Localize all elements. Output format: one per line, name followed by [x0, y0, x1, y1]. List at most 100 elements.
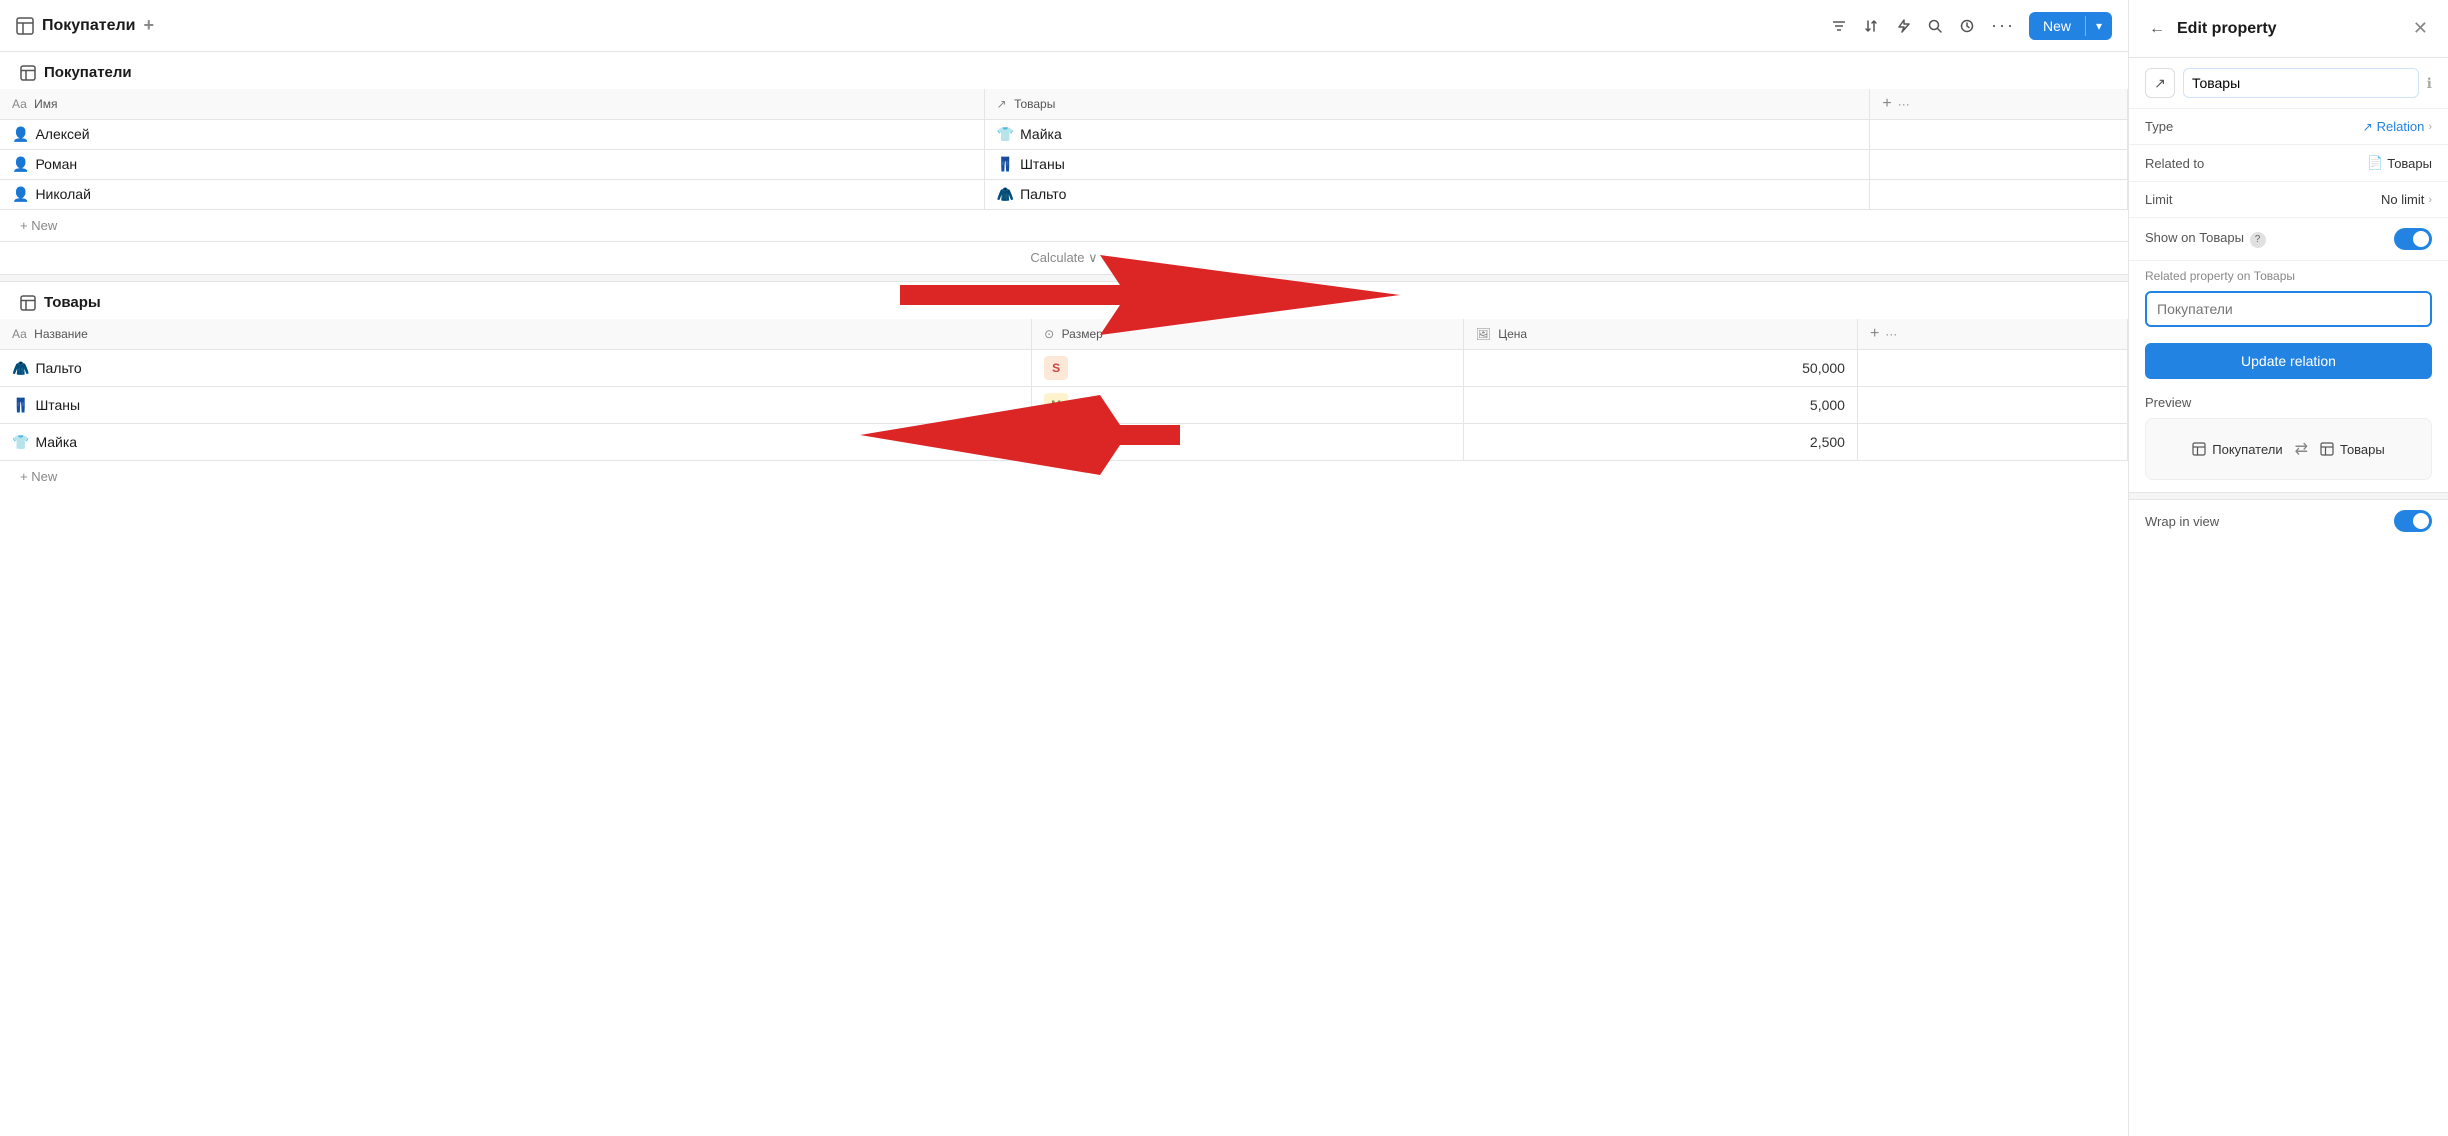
field-info-btn[interactable]: ℹ: [2427, 75, 2432, 92]
toolbar-icons: ···: [1825, 9, 2021, 42]
limit-value[interactable]: No limit ›: [2381, 192, 2432, 207]
panel-field-row: ↗ ℹ: [2129, 58, 2448, 109]
goods-price-cell: 50,000: [1463, 350, 1857, 387]
search-btn[interactable]: [1921, 12, 1949, 40]
add-col-goods-btn[interactable]: +: [1870, 325, 1879, 343]
goods-price-cell: 2,500: [1463, 424, 1857, 461]
wrap-in-view-row: Wrap in view: [2129, 500, 2448, 542]
section-header-buyers: Покупатели: [0, 52, 2128, 89]
add-goods-row[interactable]: + New: [0, 460, 2128, 492]
toolbar-title-area: Покупатели +: [16, 15, 154, 36]
section-divider: [0, 274, 2128, 282]
wrap-divider: [2129, 492, 2448, 500]
new-button[interactable]: New ▾: [2029, 12, 2112, 40]
tables-area: Покупатели Аа Имя ↗ Товары: [0, 52, 2128, 1136]
goods-icon-1: 👖: [997, 156, 1014, 172]
goods-icon-2: 🧥: [997, 186, 1014, 202]
col-more-btn[interactable]: ···: [1898, 97, 1910, 111]
related-prop-label: Related property on Товары: [2129, 261, 2448, 287]
limit-row: Limit No limit ›: [2129, 182, 2448, 218]
col-price-header: 🖼 Цена: [1463, 319, 1857, 350]
goods-size-cell: S: [1032, 350, 1464, 387]
goods-section-title: Товары: [44, 294, 101, 311]
col-size-header: ⊙ Размер: [1032, 319, 1464, 350]
table-row: 🧥Пальто S 50,000: [0, 350, 2128, 387]
help-icon[interactable]: ?: [2250, 232, 2266, 248]
table-row: 👤Николай 🧥Пальто: [0, 180, 2128, 210]
goods-table-icon: [20, 295, 36, 311]
history-btn[interactable]: [1953, 12, 1981, 40]
size-badge: L: [1044, 430, 1068, 454]
filter-btn[interactable]: [1825, 12, 1853, 40]
preview-table1: Покупатели: [2192, 442, 2282, 457]
table-icon: [16, 17, 34, 35]
show-on-label: Show on Товары ?: [2145, 230, 2394, 248]
panel-header: ← Edit property ✕: [2129, 0, 2448, 58]
type-value[interactable]: ↗ Relation ›: [2363, 119, 2432, 134]
section-header-goods: Товары: [0, 282, 2128, 319]
goods-icon-0: 👕: [997, 126, 1014, 142]
related-to-value[interactable]: 📄 Товары: [2367, 155, 2432, 171]
size-badge: M: [1044, 393, 1068, 417]
col-more-goods-btn[interactable]: ···: [1885, 327, 1897, 341]
size-badge: S: [1044, 356, 1068, 380]
add-col-btn[interactable]: +: [1882, 95, 1891, 113]
add-table-btn[interactable]: +: [143, 15, 154, 36]
col-name-header: Аа Название: [0, 319, 1032, 350]
calculate-row[interactable]: Calculate ∨: [0, 241, 2128, 274]
related-to-row: Related to 📄 Товары: [2129, 145, 2448, 182]
buyer-goods-cell: 👕Майка: [984, 120, 1870, 150]
buyers-table: Аа Имя ↗ Товары + ···: [0, 89, 2128, 209]
add-col-goods-header[interactable]: + ···: [1857, 319, 2127, 350]
field-name-input[interactable]: [2183, 68, 2419, 98]
goods-table: Аа Название ⊙ Размер 🖼 Цена: [0, 319, 2128, 460]
preview-box: Покупатели ⇄ Товары: [2145, 418, 2432, 480]
toolbar: Покупатели + ·: [0, 0, 2128, 52]
goods-price-cell: 5,000: [1463, 387, 1857, 424]
user-icon: 👤: [12, 186, 29, 202]
buyers-table-icon: [20, 65, 36, 81]
table-row: 👕Майка L 2,500: [0, 424, 2128, 461]
lightning-btn[interactable]: [1889, 12, 1917, 40]
panel-back-btn[interactable]: ←: [2145, 16, 2169, 42]
sort-btn[interactable]: [1857, 12, 1885, 40]
preview-table1-icon: [2192, 442, 2206, 456]
goods-name-cell: 🧥Пальто: [0, 350, 1032, 387]
goods-size-cell: L: [1032, 424, 1464, 461]
add-buyer-row[interactable]: + New: [0, 209, 2128, 241]
section-goods: Товары Аа Название ⊙ Размер: [0, 282, 2128, 492]
preview-arrow: ⇄: [2295, 439, 2308, 459]
goods-size-cell: M: [1032, 387, 1464, 424]
table-row: 👤Роман 👖Штаны: [0, 150, 2128, 180]
table-row: 👤Алексей 👕Майка: [0, 120, 2128, 150]
panel-close-btn[interactable]: ✕: [2409, 14, 2432, 43]
buyer-goods-cell: 👖Штаны: [984, 150, 1870, 180]
user-icon: 👤: [12, 126, 29, 142]
buyer-name-cell: 👤Алексей: [0, 120, 984, 150]
section-buyers: Покупатели Аа Имя ↗ Товары: [0, 52, 2128, 274]
related-prop-input[interactable]: [2145, 291, 2432, 327]
buyer-goods-cell: 🧥Пальто: [984, 180, 1870, 210]
panel-title: Edit property: [2177, 20, 2401, 38]
preview-label: Preview: [2129, 387, 2448, 414]
show-on-row: Show on Товары ?: [2129, 218, 2448, 261]
field-type-icon: ↗: [2145, 68, 2175, 98]
preview-table2-icon: [2320, 442, 2334, 456]
wrap-toggle-slider: [2394, 510, 2432, 532]
show-on-toggle[interactable]: [2394, 228, 2432, 250]
preview-table2: Товары: [2320, 442, 2385, 457]
buyers-section-title: Покупатели: [44, 64, 132, 81]
goods-name-cell: 👕Майка: [0, 424, 1032, 461]
buyer-name-cell: 👤Роман: [0, 150, 984, 180]
user-icon: 👤: [12, 156, 29, 172]
update-relation-btn[interactable]: Update relation: [2145, 343, 2432, 379]
wrap-label: Wrap in view: [2145, 514, 2394, 529]
wrap-in-view-toggle[interactable]: [2394, 510, 2432, 532]
col-name-header: Аа Имя: [0, 89, 984, 120]
main-table-title: Покупатели: [42, 17, 135, 35]
more-btn[interactable]: ···: [1985, 9, 2021, 42]
buyers-header-row: Аа Имя ↗ Товары + ···: [0, 89, 2128, 120]
add-col-header[interactable]: + ···: [1870, 89, 2128, 120]
type-row: Type ↗ Relation ›: [2129, 109, 2448, 145]
buyer-name-cell: 👤Николай: [0, 180, 984, 210]
